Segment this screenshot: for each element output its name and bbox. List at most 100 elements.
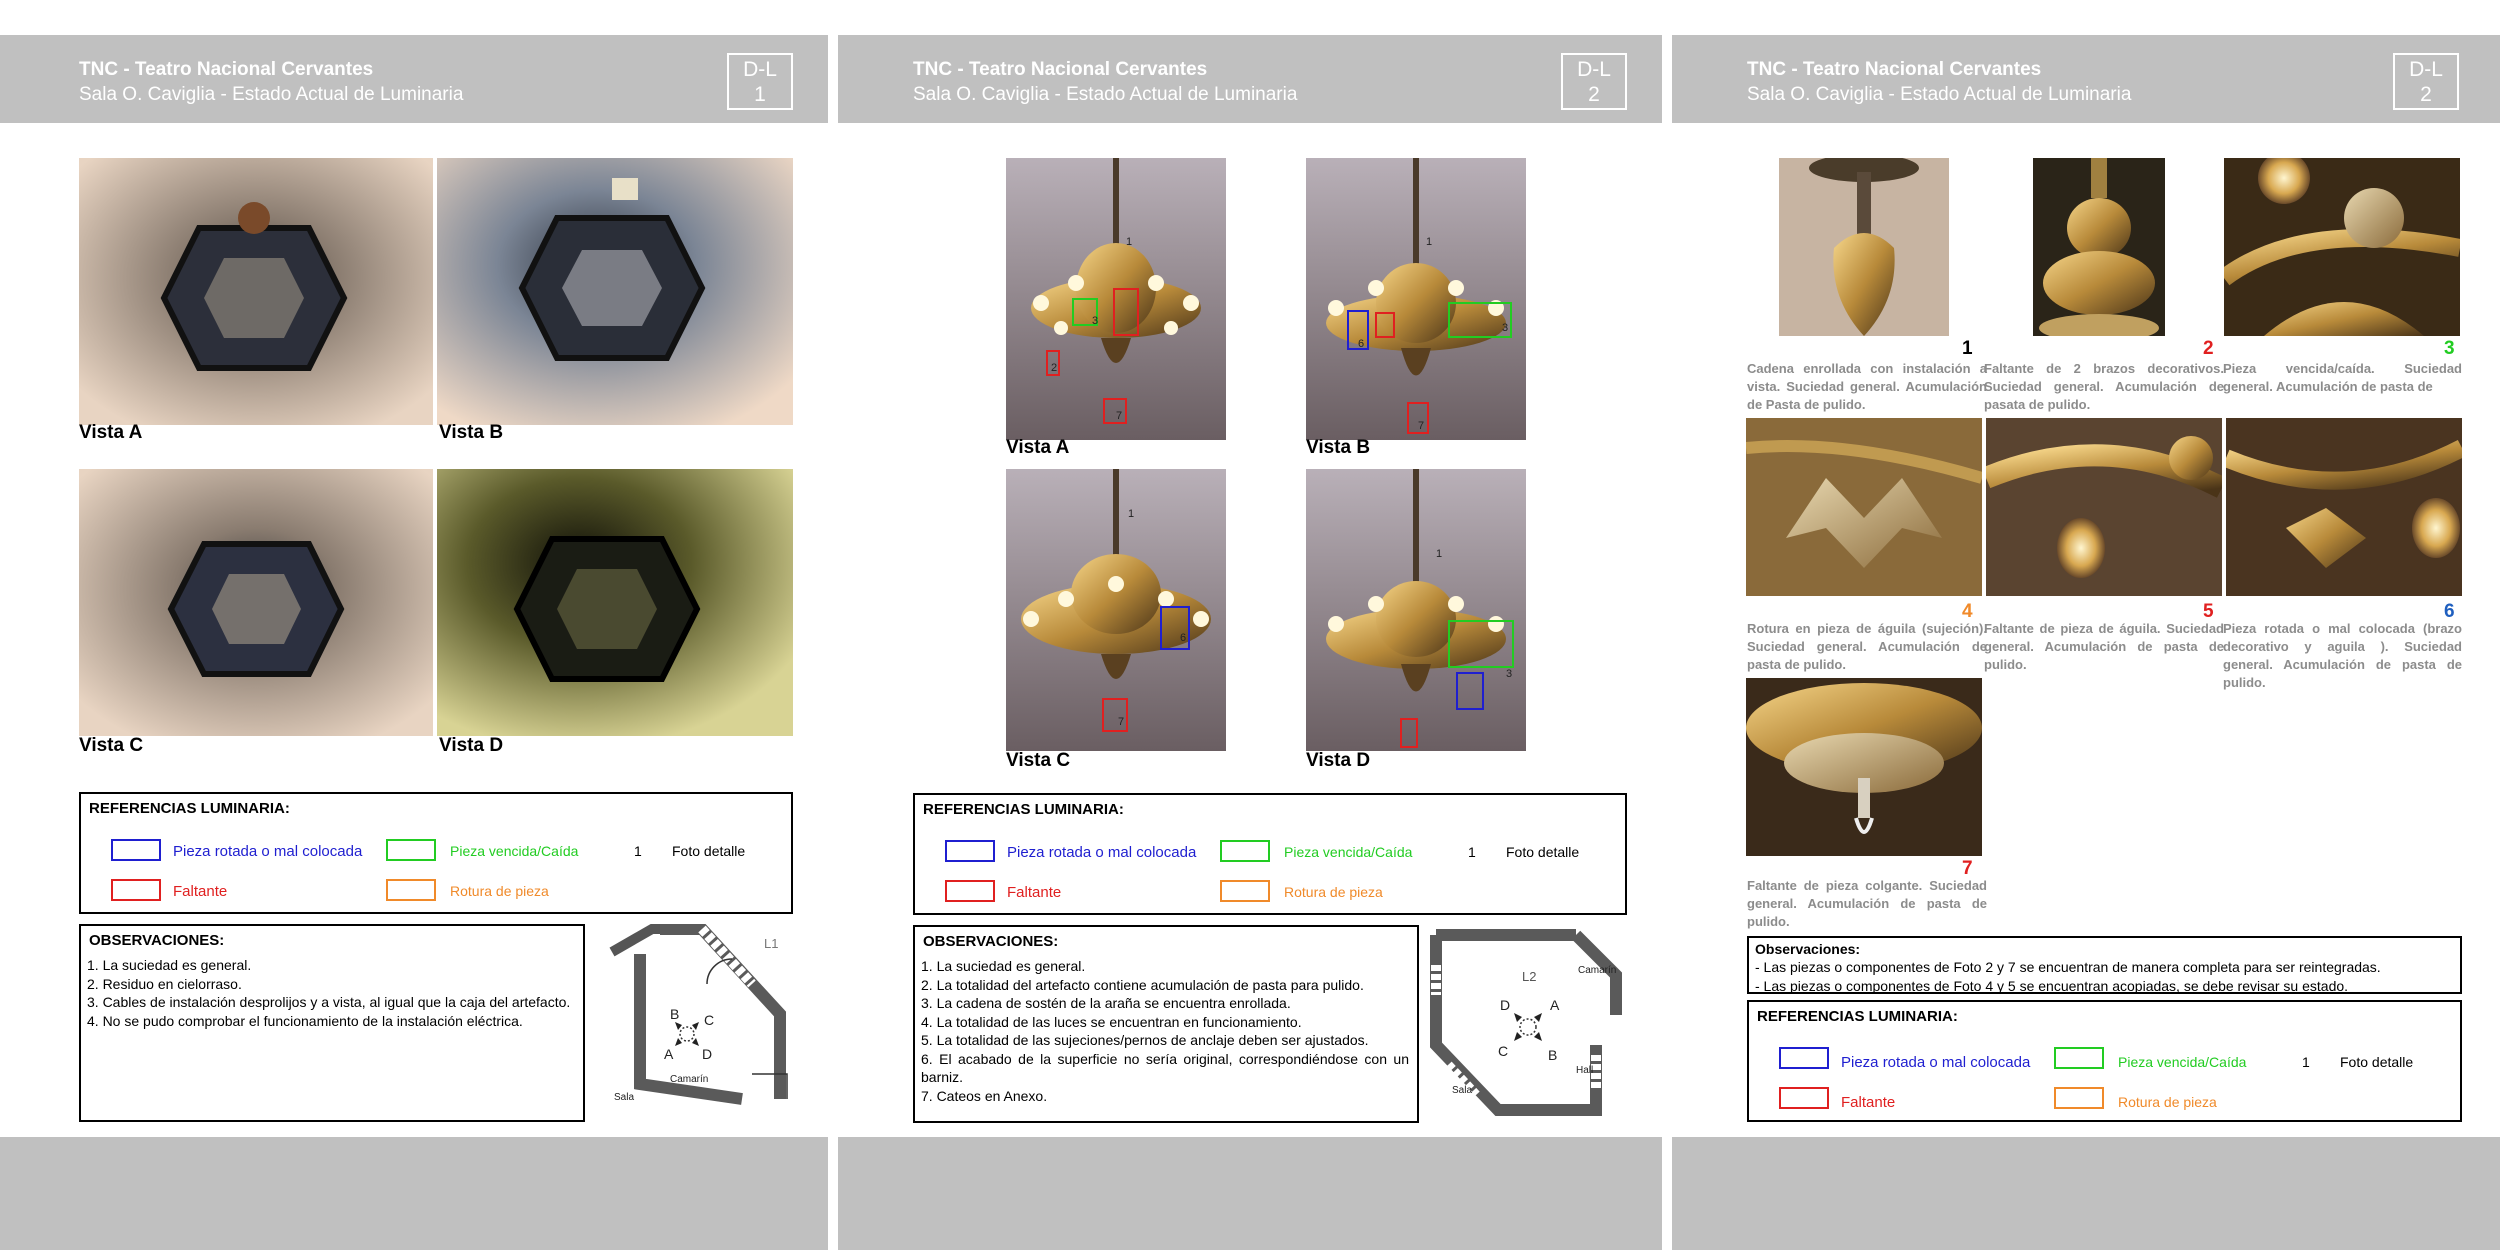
observation-item: 2. Residuo en cielorraso. <box>87 975 242 992</box>
plan-label-d: D <box>1500 997 1511 1013</box>
detail-caption-2: Faltante de 2 brazos decorativos. Sucied… <box>1984 361 2224 412</box>
legend-panel: REFERENCIAS LUMINARIA: Pieza rotada o ma… <box>79 792 793 914</box>
floor-plan-l1: L1 B C A D Camarín Sala <box>592 923 793 1122</box>
sheet-code: D-L 2 <box>2393 53 2459 110</box>
detail-photo-3 <box>2224 158 2460 336</box>
observation-item: 1. La suciedad es general. <box>87 957 252 973</box>
legend-missing: Faltante <box>173 883 228 900</box>
sheet-code-number: 1 <box>754 83 766 106</box>
label-vista-d: Vista D <box>1306 750 1371 771</box>
legend-swatch-blue <box>945 840 995 862</box>
detail-num-1: 1 <box>1962 338 1973 359</box>
legend-title: REFERENCIAS LUMINARIA: <box>89 800 290 817</box>
plan-label-b: B <box>1548 1047 1558 1063</box>
legend-detail: Foto detalle <box>1506 844 1580 860</box>
photo-vista-c <box>79 469 433 736</box>
sheet-code-number: 2 <box>2420 83 2432 106</box>
plan-id: L1 <box>764 936 779 951</box>
plan-sala: Sala <box>1452 1085 1473 1096</box>
legend-swatch-green <box>386 839 436 861</box>
legend-swatch-blue <box>111 839 161 861</box>
detail-photo-4 <box>1746 418 1982 596</box>
photo-vista-d <box>437 469 793 736</box>
plan-sala: Sala <box>614 1092 635 1103</box>
header-title: TNC - Teatro Nacional Cervantes <box>79 59 374 80</box>
label-vista-b: Vista B <box>439 422 504 443</box>
plan-room: Camarín <box>1578 965 1617 976</box>
header-subtitle: Sala O. Caviglia - Estado Actual de Lumi… <box>1747 84 2132 105</box>
label-vista-d: Vista D <box>439 735 504 756</box>
sheet-1: TNC - Teatro Nacional Cervantes Sala O. … <box>0 0 828 1250</box>
detail-photo-7 <box>1746 678 1982 856</box>
legend-swatch-red <box>945 880 995 902</box>
legend-detail-num: 1 <box>2302 1054 2310 1070</box>
legend-rotated: Pieza rotada o mal colocada <box>1841 1054 2031 1071</box>
plan-label-d: D <box>702 1046 713 1062</box>
observation-item: 4. La totalidad de las luces se encuentr… <box>921 1013 1302 1030</box>
legend-fallen: Pieza vencida/Caída <box>450 843 579 859</box>
legend-missing: Faltante <box>1007 884 1062 901</box>
header-subtitle: Sala O. Caviglia - Estado Actual de Lumi… <box>913 84 1298 105</box>
detail-caption-4: Rotura en pieza de águila (sujeción). Su… <box>1747 621 1987 672</box>
observations-title: Observaciones: <box>1755 941 1861 957</box>
mark-red <box>1400 718 1418 748</box>
observation-item: - Las piezas o componentes de Foto 4 y 5… <box>1755 977 2349 994</box>
mark-num: 3 <box>1502 322 1509 334</box>
detail-photo-6 <box>2226 418 2462 596</box>
detail-photo-1 <box>1779 158 1949 336</box>
observation-item: 4. No se pudo comprobar el funcionamient… <box>87 1012 523 1029</box>
mark-num: 7 <box>1118 716 1125 728</box>
mark-red <box>1103 398 1127 424</box>
legend-rotated: Pieza rotada o mal colocada <box>1007 844 1197 861</box>
detail-caption-5: Faltante de pieza de águila. Suciedad ge… <box>1984 621 2224 672</box>
observations-panel: OBSERVACIONES: 1. La suciedad es general… <box>913 925 1419 1123</box>
detail-num-3: 3 <box>2444 338 2455 359</box>
label-vista-b: Vista B <box>1306 437 1371 458</box>
mark-num: 6 <box>1358 338 1365 350</box>
observation-item: 5. La totalidad de las sujeciones/pernos… <box>921 1032 1369 1048</box>
mark-num: 3 <box>1506 668 1513 680</box>
mark-num: 1 <box>1126 236 1133 248</box>
legend-detail-num: 1 <box>1468 844 1476 860</box>
photo-vista-b <box>437 158 793 425</box>
legend-title: REFERENCIAS LUMINARIA: <box>1757 1008 1958 1025</box>
plan-room: Camarín <box>670 1074 709 1085</box>
plan-label-a: A <box>1550 997 1560 1013</box>
sheet-code-prefix: D-L <box>2409 58 2443 81</box>
observation-item: 6. El acabado de la superficie no sería … <box>921 1050 1409 1086</box>
footer-band <box>838 1137 1662 1250</box>
sheet-code-number: 2 <box>1588 83 1600 106</box>
header-title: TNC - Teatro Nacional Cervantes <box>913 59 1208 80</box>
mark-num: 7 <box>1116 410 1123 422</box>
photo-vista-b <box>1306 158 1526 440</box>
sheet-code-prefix: D-L <box>743 58 777 81</box>
sheet-code-prefix: D-L <box>1577 58 1611 81</box>
legend-swatch-green <box>1220 840 1270 862</box>
legend-detail: Foto detalle <box>672 843 746 859</box>
mark-num: 1 <box>1436 548 1443 560</box>
legend-detail-num: 1 <box>634 843 642 859</box>
header-title: TNC - Teatro Nacional Cervantes <box>1747 59 2042 80</box>
legend-broken: Rotura de pieza <box>2118 1094 2217 1110</box>
plan-hall: Hall <box>1576 1065 1594 1076</box>
mark-red <box>1375 312 1395 338</box>
observation-item: 3. La cadena de sostén de la araña se en… <box>921 995 1291 1011</box>
legend-broken: Rotura de pieza <box>1284 884 1383 900</box>
detail-photo-2 <box>2033 158 2165 336</box>
header-subtitle: Sala O. Caviglia - Estado Actual de Lumi… <box>79 84 464 105</box>
floor-plan-l2: L2 D A C B Camarín Hall Sala <box>1426 925 1627 1123</box>
legend-swatch-red <box>111 879 161 901</box>
legend-swatch-blue <box>1779 1047 1829 1069</box>
legend-fallen: Pieza vencida/Caída <box>1284 844 1413 860</box>
plan-label-a: A <box>664 1046 674 1062</box>
detail-photo-5 <box>1986 418 2222 596</box>
observation-item: 2. La totalidad del artefacto contiene a… <box>921 976 1364 993</box>
legend-swatch-orange <box>386 879 436 901</box>
detail-caption-3: Pieza vencida/caída. Suciedad general. A… <box>2223 361 2462 394</box>
observation-item: 7. Cateos en Anexo. <box>921 1087 1048 1104</box>
label-vista-a: Vista A <box>79 422 143 443</box>
plan-label-b: B <box>670 1006 680 1022</box>
legend-swatch-orange <box>1220 880 1270 902</box>
legend-detail: Foto detalle <box>2340 1054 2414 1070</box>
mark-num: 2 <box>1051 362 1058 374</box>
